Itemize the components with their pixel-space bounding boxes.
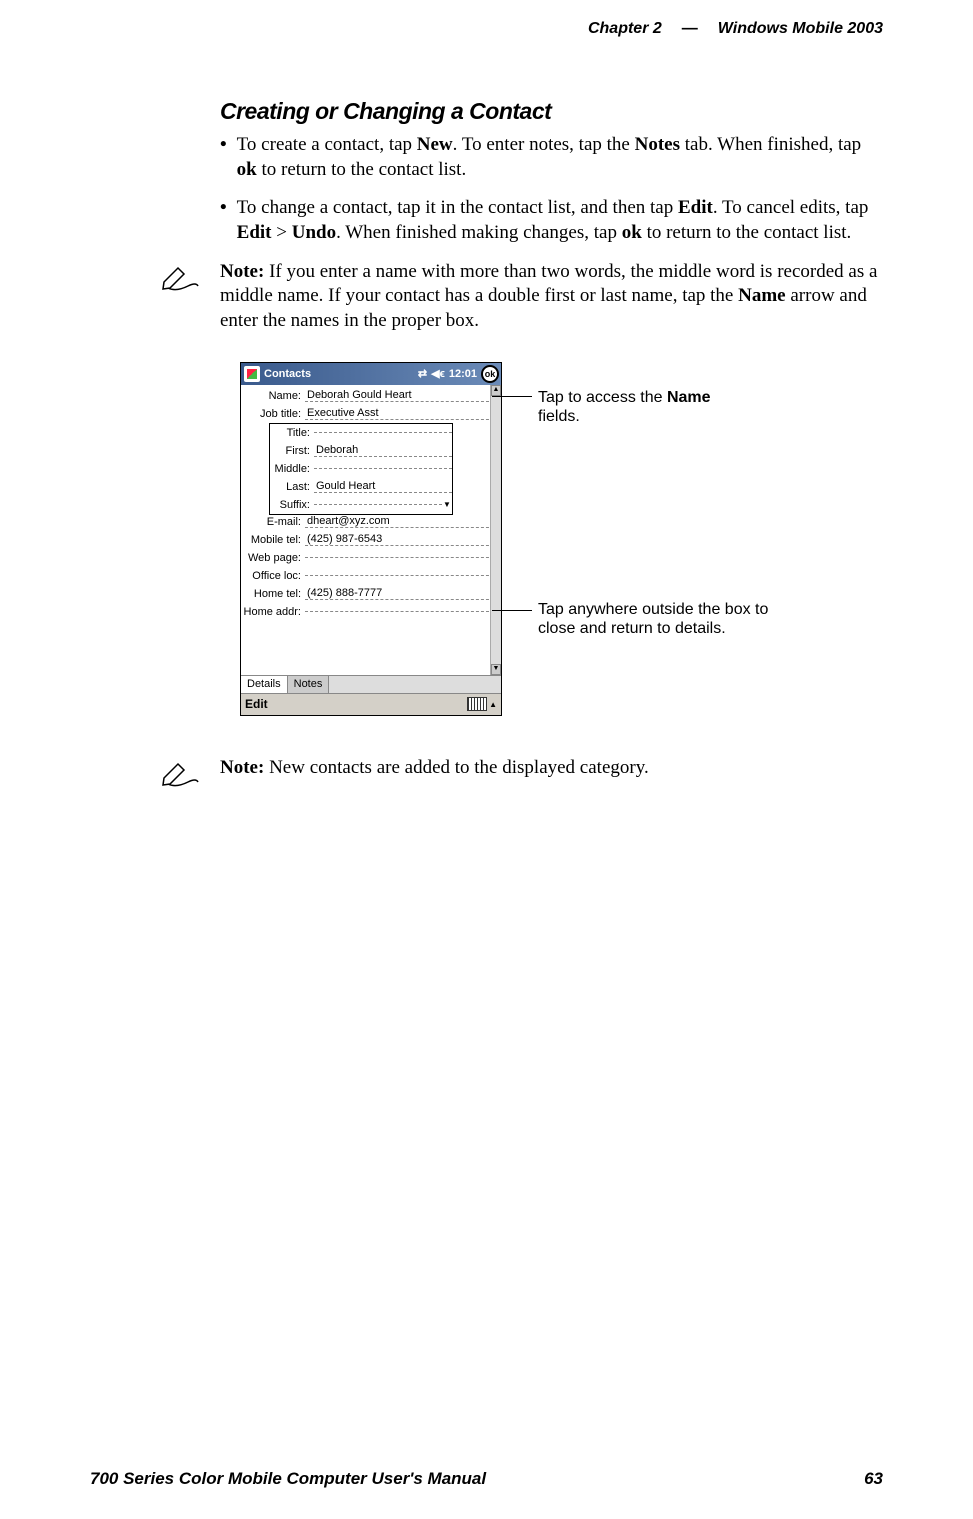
note-2: Note: New contacts are added to the disp…	[160, 756, 883, 792]
label-homeaddr: Home addr:	[243, 606, 305, 618]
tabs: Details Notes	[241, 675, 501, 693]
contact-form: ▲ ▼ Name:Deborah Gould Heart▼ Job title:…	[241, 385, 501, 675]
field-name[interactable]: Deborah Gould Heart	[305, 389, 489, 402]
connectivity-icon[interactable]: ⇄	[418, 367, 427, 380]
label-name: Name:	[243, 390, 305, 402]
note-text: Note: New contacts are added to the disp…	[220, 756, 649, 781]
label-mobile: Mobile tel:	[243, 534, 305, 546]
ok-button[interactable]: ok	[481, 365, 499, 383]
bullet-marker: •	[220, 133, 227, 182]
start-icon[interactable]	[244, 366, 260, 382]
label-webpage: Web page:	[243, 552, 305, 564]
footer-manual-title: 700 Series Color Mobile Computer User's …	[90, 1469, 486, 1489]
speaker-icon[interactable]: ◀ϵ	[431, 367, 445, 380]
field-suffix[interactable]	[314, 504, 442, 505]
label-hometel: Home tel:	[243, 588, 305, 600]
note-icon	[160, 260, 200, 296]
field-middle[interactable]	[314, 468, 452, 469]
app-title: Contacts	[264, 368, 311, 380]
menubar: Edit ▲	[241, 693, 501, 715]
label-suffix: Suffix:	[270, 499, 314, 511]
label-office: Office loc:	[243, 570, 305, 582]
header-dash: —	[682, 20, 698, 38]
field-title[interactable]	[314, 432, 452, 433]
tab-notes[interactable]: Notes	[288, 676, 330, 693]
label-title: Title:	[270, 427, 314, 439]
menu-edit[interactable]: Edit	[245, 697, 268, 711]
titlebar[interactable]: Contacts ⇄ ◀ϵ 12:01 ok	[241, 363, 501, 385]
field-webpage[interactable]	[305, 557, 499, 558]
suffix-dropdown-icon[interactable]: ▼	[442, 500, 452, 509]
footer-page-number: 63	[864, 1469, 883, 1489]
field-last[interactable]: Gould Heart	[314, 480, 452, 493]
scrollbar[interactable]: ▲ ▼	[490, 385, 501, 675]
label-email: E-mail:	[243, 516, 305, 528]
bullet-text: To change a contact, tap it in the conta…	[237, 196, 883, 245]
label-first: First:	[270, 445, 314, 457]
bullet-text: To create a contact, tap New. To enter n…	[237, 133, 883, 182]
input-panel-up-icon[interactable]: ▲	[489, 700, 497, 709]
chapter-number: 2	[653, 20, 662, 37]
field-email[interactable]: dheart@xyz.com	[305, 515, 499, 528]
note-icon	[160, 756, 200, 792]
field-mobile[interactable]: (425) 987-6543	[305, 533, 499, 546]
leader-line	[492, 610, 532, 611]
label-last: Last:	[270, 481, 314, 493]
name-popup: Title: First:Deborah Middle: Last:Gould …	[269, 423, 453, 515]
note-1: Note: If you enter a name with more than…	[160, 260, 883, 334]
section-heading: Creating or Changing a Contact	[220, 98, 883, 125]
field-first[interactable]: Deborah	[314, 444, 452, 457]
scroll-down-icon[interactable]: ▼	[491, 664, 501, 675]
tab-details[interactable]: Details	[241, 676, 288, 693]
keyboard-icon[interactable]	[467, 697, 487, 711]
page-header: Chapter 2 — Windows Mobile 2003	[90, 20, 883, 38]
bullet-marker: •	[220, 196, 227, 245]
chapter-label: Chapter	[588, 20, 648, 37]
header-title: Windows Mobile 2003	[718, 20, 883, 38]
label-jobtitle: Job title:	[243, 408, 305, 420]
annotation-name-fields: Tap to access the Name fields.	[538, 388, 711, 426]
bullet-change: • To change a contact, tap it in the con…	[220, 196, 883, 245]
note-text: Note: If you enter a name with more than…	[220, 260, 883, 334]
device-screenshot: Contacts ⇄ ◀ϵ 12:01 ok ▲ ▼ Name:Deborah …	[240, 362, 502, 716]
label-middle: Middle:	[270, 463, 314, 475]
field-office[interactable]	[305, 575, 499, 576]
field-jobtitle[interactable]: Executive Asst	[305, 407, 499, 420]
bullet-create: • To create a contact, tap New. To enter…	[220, 133, 883, 182]
page-footer: 700 Series Color Mobile Computer User's …	[90, 1469, 883, 1489]
field-homeaddr[interactable]	[305, 611, 489, 612]
leader-line	[492, 396, 532, 397]
clock: 12:01	[449, 368, 477, 380]
scroll-up-icon[interactable]: ▲	[491, 385, 501, 396]
annotation-close-popup: Tap anywhere outside the box to close an…	[538, 600, 778, 638]
field-hometel[interactable]: (425) 888-7777	[305, 587, 499, 600]
